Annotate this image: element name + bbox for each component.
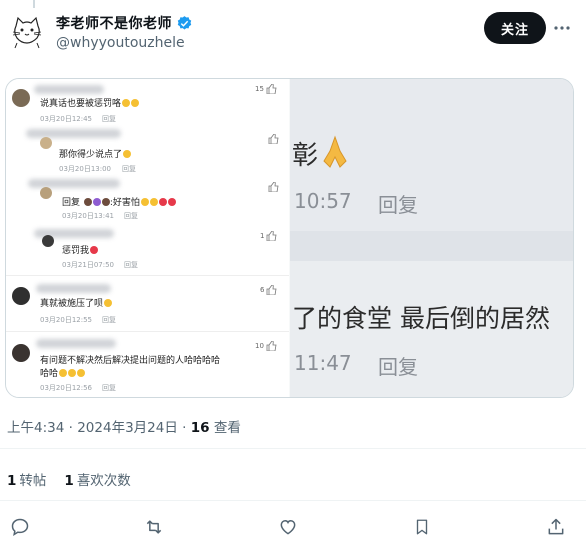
timestamp-separator: ·	[182, 420, 187, 436]
sweat-emoji-icon	[131, 99, 140, 107]
commenter-avatar	[12, 89, 30, 107]
comment-like	[268, 182, 279, 192]
heart-eyes-emoji-icon	[158, 198, 167, 206]
verified-badge-icon	[177, 15, 192, 30]
comment-like	[268, 134, 279, 144]
author-avatar[interactable]	[8, 12, 46, 50]
blurred-username	[28, 179, 120, 188]
comment-reply-link: 回复	[122, 165, 136, 173]
comment-text: 惩罚我	[62, 243, 99, 256]
commenter-avatar	[12, 287, 30, 305]
right-image-divider	[290, 231, 573, 261]
angry-emoji-icon	[90, 246, 99, 254]
commenter-avatar	[42, 235, 54, 247]
commenter-avatar	[40, 187, 52, 199]
blurred-username	[26, 129, 121, 138]
comment-like: 1	[260, 231, 277, 241]
author-name-row[interactable]: 李老师不是你老师	[56, 13, 193, 33]
comment-separator	[6, 275, 289, 276]
comment-date: 03月20日12:55	[40, 316, 92, 324]
follow-button[interactable]: 关注	[484, 12, 546, 44]
comment-text: 那你得少说点了	[59, 147, 132, 160]
tweet-media[interactable]: 说真话也要被惩罚咯 03月20日12:45 回复 15 那你得少说点了 03月2…	[5, 78, 574, 398]
blurred-username	[34, 85, 104, 94]
reply-icon[interactable]	[7, 514, 33, 540]
grin-emoji-icon	[104, 299, 113, 307]
author-handle[interactable]: @whyyoutouzhele	[56, 35, 185, 51]
comment-date: 03月20日12:56	[40, 384, 92, 392]
likes-stat[interactable]: 1 喜欢次数	[64, 469, 130, 489]
tweet-action-bar	[0, 514, 586, 542]
media-image-left[interactable]: 说真话也要被惩罚咯 03月20日12:45 回复 15 那你得少说点了 03月2…	[6, 79, 289, 397]
comment-reply-link: 回复	[102, 316, 116, 324]
right-bottom-reply: 回复	[378, 355, 418, 379]
face-emoji-icon	[140, 198, 149, 206]
bookmark-icon[interactable]	[409, 514, 435, 540]
media-image-right[interactable]: 彰 10:57 回复 了的食堂 最后倒的居然 11:47 回复	[290, 79, 573, 397]
timestamp-separator: ·	[68, 420, 73, 436]
comment-date: 03月20日13:00	[59, 165, 111, 173]
comment-text: 回复 :好害怕	[62, 195, 176, 208]
laugh-emoji-icon	[59, 369, 68, 377]
comment-text-line2: 哈哈	[40, 366, 86, 379]
right-top-time: 10:57	[294, 189, 352, 213]
tweet-time[interactable]: 上午4:34	[7, 420, 64, 436]
figure-emoji-icon	[101, 198, 110, 206]
comment-text: 真就被施压了呗	[40, 296, 113, 309]
more-horizontal-icon[interactable]	[551, 18, 573, 38]
share-icon[interactable]	[543, 514, 569, 540]
right-top-char: 彰	[292, 141, 319, 171]
comment-text: 有问题不解决然后解决提出问题的人哈哈哈哈	[40, 356, 221, 366]
comment-date: 03月21日07:50	[62, 261, 114, 269]
comment-separator	[6, 331, 289, 332]
engagement-stats: 1 转帖 1 喜欢次数	[7, 469, 131, 489]
author-display-name[interactable]: 李老师不是你老师	[56, 13, 172, 33]
retweets-stat[interactable]: 1 转帖	[7, 469, 46, 489]
comment-reply-link: 回复	[102, 115, 116, 123]
comment-date: 03月20日13:41	[62, 212, 114, 220]
smile-emoji-icon	[123, 150, 132, 158]
comment-reply-link: 回复	[124, 212, 138, 220]
comment-date: 03月20日12:45	[40, 115, 92, 123]
thread-line	[33, 0, 35, 8]
comment-reply-link: 回复	[124, 261, 138, 269]
blurred-username	[36, 284, 111, 293]
comment-reply-link: 回复	[102, 384, 116, 392]
figure-emoji-icon	[83, 198, 92, 206]
laugh-emoji-icon	[77, 369, 86, 377]
right-top-reply: 回复	[378, 193, 418, 217]
laugh-emoji-icon	[68, 369, 77, 377]
blurred-username	[36, 339, 116, 348]
views-count: 16	[190, 420, 210, 436]
views-label: 查看	[213, 420, 241, 436]
divider	[0, 448, 586, 449]
like-icon[interactable]	[275, 514, 301, 540]
tweet-date[interactable]: 2024年3月24日	[77, 420, 178, 436]
heart-eyes-emoji-icon	[167, 198, 176, 206]
commenter-avatar	[40, 137, 52, 149]
right-bottom-time: 11:47	[294, 351, 352, 375]
sweat-emoji-icon	[122, 99, 131, 107]
retweet-icon[interactable]	[141, 514, 167, 540]
comment-like: 6	[260, 285, 277, 295]
figure-emoji-icon	[92, 198, 101, 206]
praying-hands-emoji-icon	[323, 135, 347, 168]
commenter-avatar	[12, 344, 30, 362]
comment-like: 15	[255, 84, 277, 94]
comment-like: 10	[255, 341, 277, 351]
face-emoji-icon	[149, 198, 158, 206]
divider	[0, 500, 586, 501]
comment-text: 说真话也要被惩罚咯	[40, 96, 140, 109]
right-bottom-text: 了的食堂 最后倒的居然	[292, 304, 550, 333]
tweet-timestamp[interactable]: 上午4:34 · 2024年3月24日 · 16 查看	[7, 416, 241, 436]
